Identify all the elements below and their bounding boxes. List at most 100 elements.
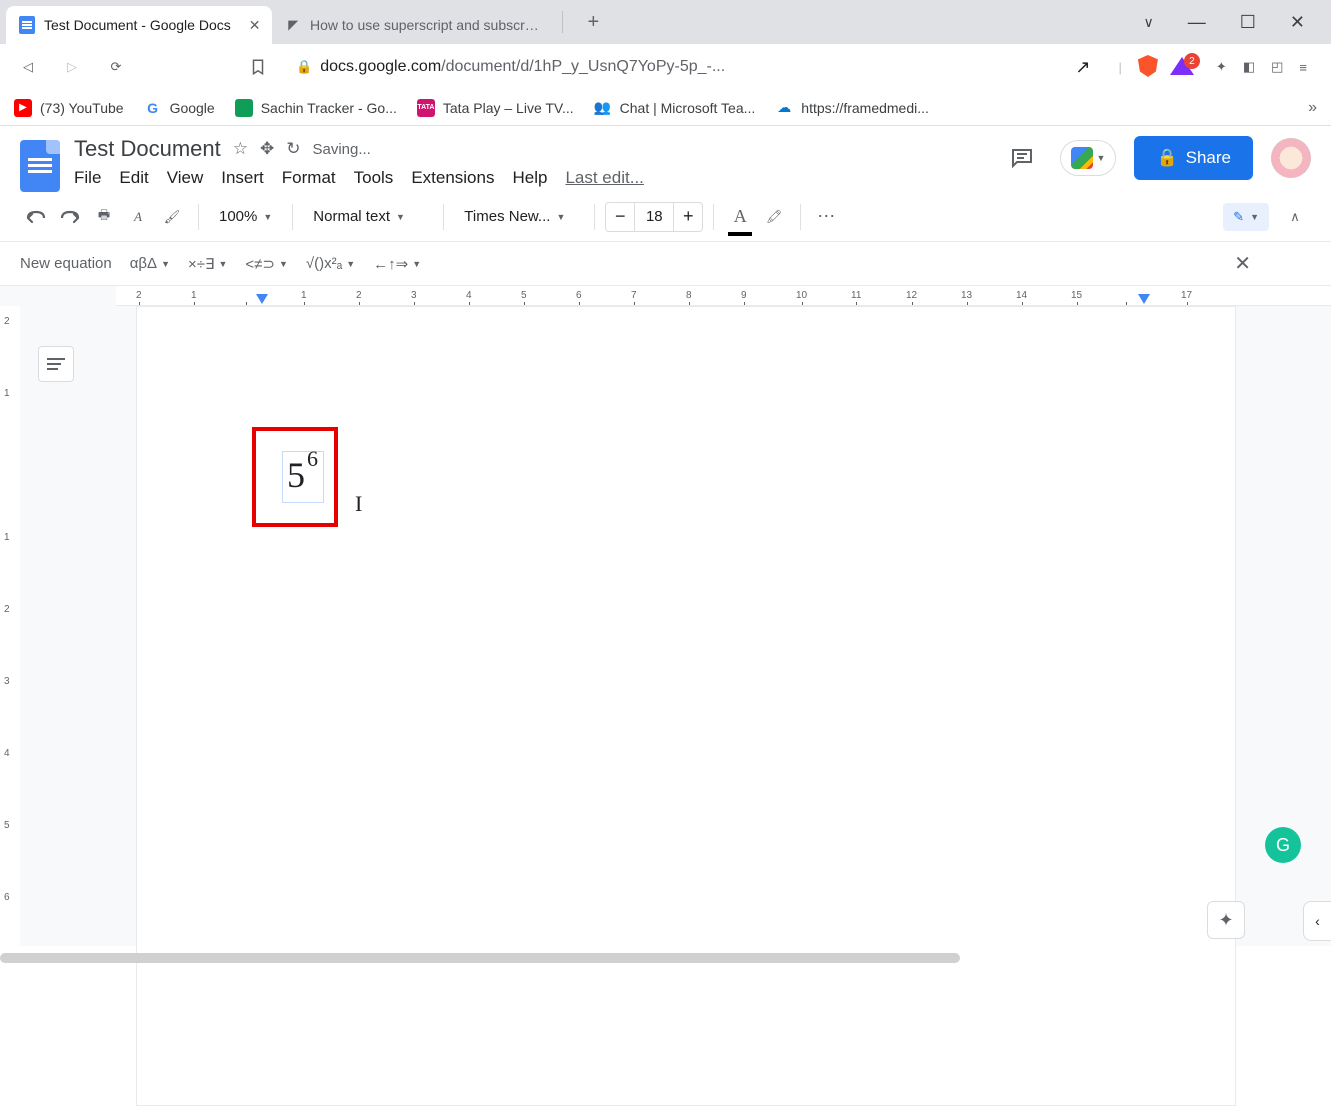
grammarly-icon[interactable]: G (1265, 827, 1301, 863)
bookmark-youtube[interactable]: ▶(73) YouTube (14, 99, 124, 117)
text-color-button[interactable]: A (724, 200, 756, 234)
meet-button[interactable]: ▼ (1060, 140, 1117, 176)
eq-relations[interactable]: <≠⊃▼ (245, 255, 287, 273)
horizontal-scrollbar[interactable] (0, 953, 960, 963)
caret-down-icon: ▼ (346, 259, 355, 269)
ruler-tick: 14 (1016, 290, 1027, 301)
ruler-tick: 13 (961, 290, 972, 301)
comments-icon[interactable] (1002, 138, 1042, 178)
menu-icon[interactable]: ≡ (1299, 60, 1307, 75)
address-bar[interactable]: 🔒 docs.google.com/document/d/1hP_y_UsnQ7… (284, 57, 1103, 78)
new-tab-button[interactable]: + (573, 11, 613, 34)
bookmark-label: https://framedmedi... (801, 100, 929, 116)
undo-button[interactable] (20, 200, 52, 234)
editing-mode-button[interactable]: ✎▼ (1223, 203, 1269, 231)
spellcheck-button[interactable]: A (122, 200, 154, 234)
caret-down-icon: ▼ (1097, 153, 1106, 163)
decrease-font-button[interactable]: − (606, 203, 634, 231)
bookmark-icon[interactable] (240, 49, 276, 85)
paint-format-button[interactable]: 🖌 (156, 200, 188, 234)
text-cursor: I (355, 491, 362, 517)
avatar[interactable] (1271, 138, 1311, 178)
eq-arrows[interactable]: ←↑⇒▼ (373, 255, 421, 273)
document-title[interactable]: Test Document (74, 136, 221, 162)
menu-edit[interactable]: Edit (119, 168, 148, 188)
caret-down-icon: ▼ (556, 212, 565, 222)
ruler-tick: 17 (1181, 290, 1192, 301)
right-indent-marker[interactable] (1138, 294, 1150, 304)
print-button[interactable]: 🖶 (88, 200, 120, 234)
collapse-toolbar-button[interactable]: ∧ (1279, 200, 1311, 234)
highlight-button[interactable]: 🖍 (758, 200, 790, 234)
docs-logo[interactable] (20, 140, 60, 192)
explore-button[interactable]: ✦ (1207, 901, 1245, 939)
document-page[interactable]: 5 6 I (136, 306, 1236, 1106)
menu-format[interactable]: Format (282, 168, 336, 188)
menu-tools[interactable]: Tools (354, 168, 394, 188)
reload-button[interactable]: ⟳ (98, 49, 134, 85)
new-equation-label[interactable]: New equation (20, 255, 112, 272)
share-button[interactable]: 🔒Share (1134, 136, 1253, 180)
menu-extensions[interactable]: Extensions (411, 168, 494, 188)
indent-marker[interactable] (256, 294, 268, 304)
menu-insert[interactable]: Insert (221, 168, 264, 188)
forward-button[interactable]: ▷ (54, 49, 90, 85)
eq-operators[interactable]: ×÷∃▼ (188, 255, 227, 273)
minimize-icon[interactable]: — (1188, 12, 1206, 33)
extensions-icon[interactable]: ✦ (1216, 59, 1227, 75)
style-value: Normal text (313, 208, 390, 225)
menu-help[interactable]: Help (512, 168, 547, 188)
title-menu-block: Test Document ☆ ✥ ↻ Saving... File Edit … (74, 136, 644, 188)
star-icon[interactable]: ☆ (233, 139, 248, 159)
cloud-icon: ☁ (775, 99, 793, 117)
ruler-tick: 8 (686, 290, 692, 301)
equation-object[interactable]: 5 6 (282, 451, 324, 503)
ruler-tick: 5 (4, 820, 10, 831)
ruler-tick: 1 (191, 290, 197, 301)
bookmark-framed[interactable]: ☁ https://framedmedi... (775, 99, 929, 117)
docs-favicon (18, 16, 36, 34)
close-tab-icon[interactable]: ✕ (249, 17, 261, 34)
bookmark-teams[interactable]: 👥Chat | Microsoft Tea... (594, 99, 756, 117)
more-button[interactable]: ⋯ (811, 200, 843, 234)
close-equation-toolbar[interactable]: ✕ (1234, 251, 1311, 276)
share-url-icon[interactable]: ↗ (1075, 57, 1090, 78)
tab-title-inactive: How to use superscript and subscript i (310, 17, 540, 33)
zoom-select[interactable]: 100%▼ (209, 208, 282, 225)
back-button[interactable]: ◁ (10, 49, 46, 85)
lock-icon[interactable]: 🔒 (296, 59, 312, 75)
bookmark-google[interactable]: GGoogle (144, 99, 215, 117)
menu-file[interactable]: File (74, 168, 101, 188)
tab-docs[interactable]: Test Document - Google Docs ✕ (6, 6, 272, 44)
brave-shield-icon[interactable] (1138, 55, 1162, 79)
toolbar: 🖶 A 🖌 100%▼ Normal text▼ Times New...▼ −… (0, 192, 1331, 242)
tab-other[interactable]: ◤ How to use superscript and subscript i (272, 6, 552, 44)
maximize-icon[interactable]: ☐ (1240, 12, 1256, 33)
google-icon: G (144, 99, 162, 117)
menu-view[interactable]: View (167, 168, 204, 188)
search-tabs-icon[interactable]: ∨ (1144, 14, 1154, 31)
sidebar-icon[interactable]: ◧ (1243, 59, 1255, 75)
bookmarks-overflow[interactable]: » (1308, 99, 1317, 117)
style-select[interactable]: Normal text▼ (303, 208, 433, 225)
close-window-icon[interactable]: ✕ (1290, 12, 1305, 33)
font-select[interactable]: Times New...▼ (454, 208, 584, 225)
move-icon[interactable]: ✥ (260, 139, 274, 159)
bookmark-label: Tata Play – Live TV... (443, 100, 574, 116)
wallet-icon[interactable]: ◰ (1271, 59, 1283, 75)
horizontal-ruler[interactable]: 2112345678910111213141517 (116, 286, 1331, 306)
caret-down-icon: ▼ (279, 259, 288, 269)
bookmark-tata[interactable]: TATATata Play – Live TV... (417, 99, 574, 117)
brave-rewards-icon[interactable]: 2 (1170, 57, 1194, 77)
ruler-tick: 1 (4, 388, 10, 399)
eq-greek[interactable]: αβΔ▼ (130, 255, 170, 272)
eq-math[interactable]: √()x²ₐ▼ (306, 255, 355, 272)
increase-font-button[interactable]: + (674, 203, 702, 231)
show-side-panel[interactable]: ‹ (1303, 901, 1331, 941)
vertical-ruler[interactable]: 21123456 (0, 306, 20, 946)
font-size-value[interactable]: 18 (634, 203, 674, 231)
last-edit-link[interactable]: Last edit... (565, 168, 643, 188)
bookmark-sheets[interactable]: Sachin Tracker - Go... (235, 99, 397, 117)
outline-button[interactable] (38, 346, 74, 382)
redo-button[interactable] (54, 200, 86, 234)
